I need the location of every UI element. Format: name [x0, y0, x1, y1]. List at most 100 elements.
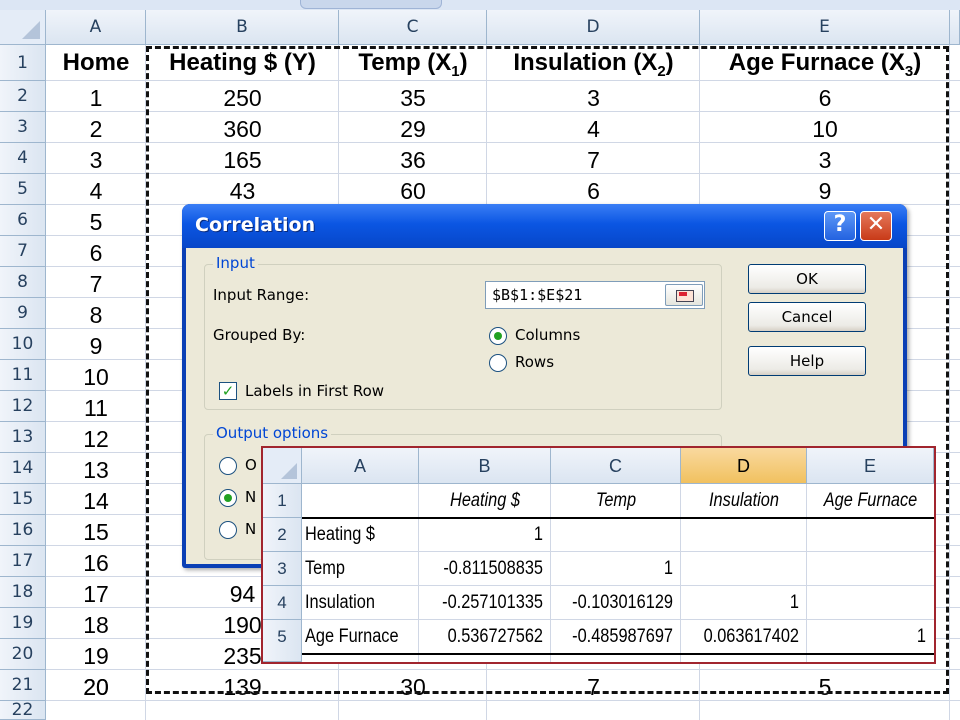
cell-c5[interactable]: 60: [339, 178, 487, 205]
cell-a20[interactable]: 19: [46, 643, 146, 670]
cell-a11[interactable]: 10: [46, 364, 146, 391]
cell-a13[interactable]: 12: [46, 426, 146, 453]
cell-a8[interactable]: 7: [46, 271, 146, 298]
results-value-r4-c3[interactable]: 0.063617402: [698, 626, 799, 648]
results-value-r1-c1[interactable]: 1: [436, 524, 543, 546]
cell-a21[interactable]: 20: [46, 674, 146, 701]
help-button[interactable]: Help: [748, 346, 866, 376]
cell-d4[interactable]: 7: [487, 147, 700, 174]
cell-b1[interactable]: Heating $ (Y): [146, 49, 339, 77]
help-icon[interactable]: ?: [824, 211, 856, 241]
results-row-label-3[interactable]: Insulation: [305, 592, 375, 614]
results-value-r4-c4[interactable]: 1: [824, 626, 926, 648]
new-workbook-radio[interactable]: [219, 521, 237, 539]
row-header-5[interactable]: 5: [0, 174, 46, 205]
cell-a1[interactable]: Home: [46, 49, 146, 77]
cell-c1[interactable]: Temp (X1): [339, 49, 487, 80]
results-header-1[interactable]: Heating $: [428, 490, 542, 512]
results-value-r2-c1[interactable]: -0.811508835: [436, 558, 543, 580]
results-col-c[interactable]: C: [551, 448, 681, 484]
cell-a12[interactable]: 11: [46, 395, 146, 422]
results-col-a[interactable]: A: [302, 448, 419, 484]
row-header-19[interactable]: 19: [0, 608, 46, 639]
results-row-header-3[interactable]: 3: [263, 552, 302, 586]
cell-b21[interactable]: 139: [146, 674, 339, 701]
close-icon[interactable]: ✕: [860, 211, 892, 241]
results-row-header-5[interactable]: 5: [263, 620, 302, 662]
cell-e4[interactable]: 3: [700, 147, 950, 174]
results-row-label-2[interactable]: Temp: [305, 558, 345, 580]
results-header-4[interactable]: Age Furnace: [816, 490, 925, 512]
cell-c4[interactable]: 36: [339, 147, 487, 174]
cell-a6[interactable]: 5: [46, 209, 146, 236]
output-range-radio[interactable]: [219, 457, 237, 475]
results-row-label-1[interactable]: Heating $: [305, 524, 375, 546]
cell-a7[interactable]: 6: [46, 240, 146, 267]
row-header-14[interactable]: 14: [0, 453, 46, 484]
results-value-r3-c3[interactable]: 1: [698, 592, 799, 614]
results-row-label-4[interactable]: Age Furnace: [305, 626, 399, 648]
cell-a14[interactable]: 13: [46, 457, 146, 484]
cell-e21[interactable]: 5: [700, 674, 950, 701]
cell-c2[interactable]: 35: [339, 85, 487, 112]
results-row-header-1[interactable]: 1: [263, 484, 302, 518]
cell-d3[interactable]: 4: [487, 116, 700, 143]
results-col-d[interactable]: D: [681, 448, 807, 484]
cell-a16[interactable]: 15: [46, 519, 146, 546]
results-value-r4-c2[interactable]: -0.485987697: [568, 626, 673, 648]
cell-b5[interactable]: 43: [146, 178, 339, 205]
row-header-13[interactable]: 13: [0, 422, 46, 453]
results-col-e[interactable]: E: [807, 448, 934, 484]
cell-a4[interactable]: 3: [46, 147, 146, 174]
row-header-6[interactable]: 6: [0, 205, 46, 236]
labels-first-row-checkbox[interactable]: ✓: [219, 382, 237, 400]
cell-d21[interactable]: 7: [487, 674, 700, 701]
results-row-header-2[interactable]: 2: [263, 518, 302, 552]
rows-radio[interactable]: [489, 354, 507, 372]
ok-button[interactable]: OK: [748, 264, 866, 294]
results-value-r4-c1[interactable]: 0.536727562: [436, 626, 543, 648]
row-header-10[interactable]: 10: [0, 329, 46, 360]
new-worksheet-radio[interactable]: [219, 489, 237, 507]
sheet-tab-fragment[interactable]: [300, 0, 442, 9]
column-header-b[interactable]: B: [146, 10, 339, 45]
results-header-2[interactable]: Temp: [560, 490, 672, 512]
cell-d2[interactable]: 3: [487, 85, 700, 112]
cell-e3[interactable]: 10: [700, 116, 950, 143]
cell-a15[interactable]: 14: [46, 488, 146, 515]
column-header-e[interactable]: E: [700, 10, 950, 45]
cell-b4[interactable]: 165: [146, 147, 339, 174]
cell-e2[interactable]: 6: [700, 85, 950, 112]
row-header-4[interactable]: 4: [0, 143, 46, 174]
cancel-button[interactable]: Cancel: [748, 302, 866, 332]
results-select-all[interactable]: [263, 448, 302, 484]
cell-d5[interactable]: 6: [487, 178, 700, 205]
results-col-b[interactable]: B: [419, 448, 551, 484]
row-header-7[interactable]: 7: [0, 236, 46, 267]
cell-a17[interactable]: 16: [46, 550, 146, 577]
row-header-1[interactable]: 1: [0, 45, 46, 81]
row-header-21[interactable]: 21: [0, 670, 46, 701]
column-header-f[interactable]: [950, 10, 960, 45]
cell-a5[interactable]: 4: [46, 178, 146, 205]
cell-a3[interactable]: 2: [46, 116, 146, 143]
column-header-c[interactable]: C: [339, 10, 487, 45]
cell-a18[interactable]: 17: [46, 581, 146, 608]
cell-b3[interactable]: 360: [146, 116, 339, 143]
cell-a19[interactable]: 18: [46, 612, 146, 639]
column-header-d[interactable]: D: [487, 10, 700, 45]
cell-a9[interactable]: 8: [46, 302, 146, 329]
row-header-20[interactable]: 20: [0, 639, 46, 670]
row-header-18[interactable]: 18: [0, 577, 46, 608]
row-header-12[interactable]: 12: [0, 391, 46, 422]
cell-e1[interactable]: Age Furnace (X3): [700, 49, 950, 80]
cell-e5[interactable]: 9: [700, 178, 950, 205]
row-header-22[interactable]: 22: [0, 701, 46, 720]
range-selector-icon[interactable]: [665, 284, 703, 306]
results-value-r3-c1[interactable]: -0.257101335: [436, 592, 543, 614]
columns-radio[interactable]: [489, 327, 507, 345]
row-header-2[interactable]: 2: [0, 81, 46, 112]
column-header-a[interactable]: A: [46, 10, 146, 45]
results-value-r3-c2[interactable]: -0.103016129: [568, 592, 673, 614]
cell-d1[interactable]: Insulation (X2): [487, 49, 700, 80]
